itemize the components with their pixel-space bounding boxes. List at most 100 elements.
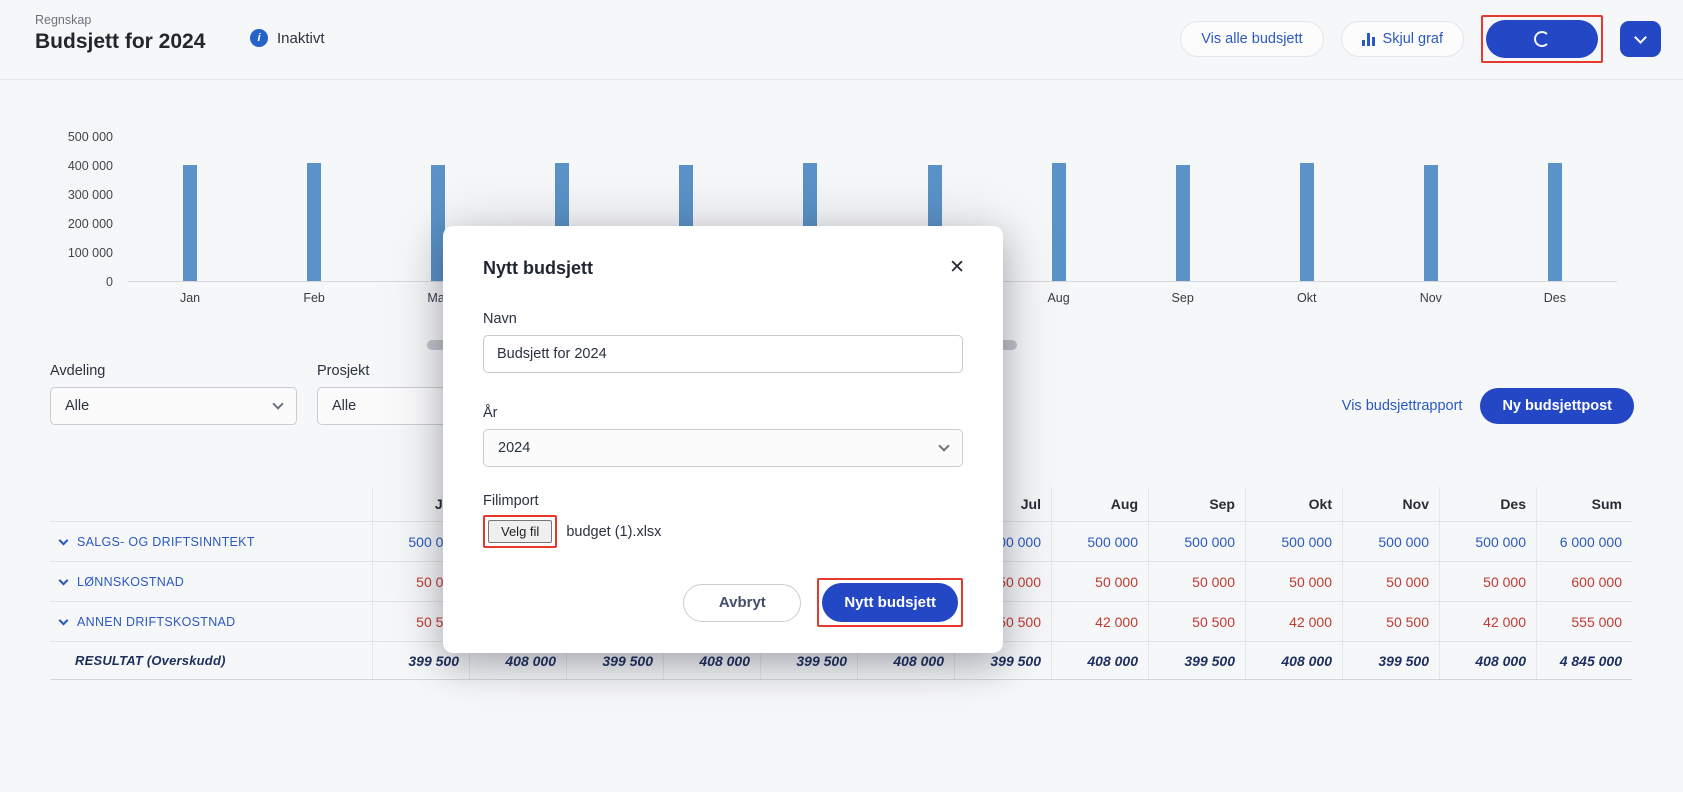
value-cell: 50 500 <box>1342 602 1439 641</box>
info-icon: i <box>250 29 268 47</box>
chevron-down-icon <box>938 440 949 451</box>
status-badge: i Inaktivt <box>250 29 325 47</box>
show-all-budgets-button[interactable]: Vis alle budsjett <box>1180 21 1323 57</box>
sum-cell: 600 000 <box>1536 562 1632 601</box>
value-cell: 50 000 <box>1245 562 1342 601</box>
project-select-value: Alle <box>332 398 356 414</box>
top-bar: Regnskap Budsjett for 2024 i Inaktivt Vi… <box>0 0 1683 80</box>
file-import-row: Velg fil budget (1).xlsx <box>483 515 963 548</box>
page: Regnskap Budsjett for 2024 i Inaktivt Vi… <box>0 0 1683 792</box>
chevron-down-icon <box>272 398 283 409</box>
chart-bar-group: Nov <box>1369 137 1493 281</box>
value-cell: 50 000 <box>1342 562 1439 601</box>
y-axis-label: 100 000 <box>0 247 113 259</box>
x-axis-label: Nov <box>1369 291 1493 305</box>
department-select[interactable]: Alle <box>50 387 297 425</box>
value-cell: 408 000 <box>1051 642 1148 679</box>
row-name-cell[interactable]: SALGS- OG DRIFTSINNTEKT <box>50 522 372 561</box>
chevron-down-icon <box>59 575 69 585</box>
value-cell: 42 000 <box>1439 602 1536 641</box>
chart-bar-group: Des <box>1493 137 1617 281</box>
submit-new-budget-button[interactable]: Nytt budsjett <box>822 583 958 622</box>
annotation-highlight-submit: Nytt budsjett <box>817 578 963 627</box>
chart-bar <box>1300 163 1314 281</box>
budget-report-link[interactable]: Vis budsjettrapport <box>1342 398 1463 414</box>
row-name: ANNEN DRIFTSKOSTNAD <box>77 615 236 629</box>
new-budget-modal: Nytt budsjett ✕ Navn År 2024 Filimport V… <box>443 226 1003 653</box>
year-field-label: År <box>483 405 963 421</box>
budget-name-input[interactable] <box>483 335 963 373</box>
chevron-down-icon <box>1634 31 1647 44</box>
status-text: Inaktivt <box>277 30 325 47</box>
x-axis-label: Okt <box>1245 291 1369 305</box>
loading-button[interactable] <box>1486 20 1598 58</box>
value-cell: 500 000 <box>1439 522 1536 561</box>
table-header-cell: Okt <box>1245 487 1342 521</box>
file-import-label: Filimport <box>483 493 963 509</box>
header-actions: Vis alle budsjett Skjul graf <box>1180 15 1661 63</box>
modal-footer: Avbryt Nytt budsjett <box>483 578 963 627</box>
chart-bar-group: Feb <box>252 137 376 281</box>
row-name-cell[interactable]: LØNNSKOSTNAD <box>50 562 372 601</box>
sum-cell: 6 000 000 <box>1536 522 1632 561</box>
budget-menu-dropdown-button[interactable] <box>1620 21 1661 57</box>
sum-cell: 555 000 <box>1536 602 1632 641</box>
value-cell: 399 500 <box>1342 642 1439 679</box>
y-axis-label: 300 000 <box>0 189 113 201</box>
x-axis-label: Sep <box>1121 291 1245 305</box>
value-cell: 408 000 <box>1439 642 1536 679</box>
loading-spinner-icon <box>1534 31 1550 47</box>
hide-graph-button[interactable]: Skjul graf <box>1341 21 1464 57</box>
x-axis-label: Jan <box>128 291 252 305</box>
title-block: Regnskap Budsjett for 2024 <box>35 13 205 54</box>
chart-bar-group: Sep <box>1121 137 1245 281</box>
department-filter-label: Avdeling <box>50 363 105 379</box>
department-select-value: Alle <box>65 398 89 414</box>
row-name-cell[interactable]: ANNEN DRIFTSKOSTNAD <box>50 602 372 641</box>
cancel-button[interactable]: Avbryt <box>683 584 801 622</box>
value-cell: 42 000 <box>1245 602 1342 641</box>
table-header-cell: Sum <box>1536 487 1632 521</box>
selected-file-name: budget (1).xlsx <box>566 524 661 540</box>
table-header-cell <box>50 487 372 521</box>
annotation-highlight-file: Velg fil <box>483 515 557 548</box>
sum-cell: 4 845 000 <box>1536 642 1632 679</box>
chevron-down-icon <box>59 535 69 545</box>
year-select[interactable]: 2024 <box>483 429 963 467</box>
table-header-cell: Nov <box>1342 487 1439 521</box>
chart-bar <box>1548 163 1562 281</box>
table-header-cell: Aug <box>1051 487 1148 521</box>
table-header-cell: Des <box>1439 487 1536 521</box>
value-cell: 500 000 <box>1148 522 1245 561</box>
value-cell: 42 000 <box>1051 602 1148 641</box>
value-cell: 500 000 <box>1245 522 1342 561</box>
value-cell: 50 000 <box>1051 562 1148 601</box>
value-cell: 399 500 <box>1148 642 1245 679</box>
row-name: LØNNSKOSTNAD <box>77 575 184 589</box>
new-budget-post-button[interactable]: Ny budsjettpost <box>1480 388 1634 424</box>
row-name-cell: RESULTAT (Overskudd) <box>50 642 372 679</box>
y-axis-label: 200 000 <box>0 218 113 230</box>
show-all-budgets-label: Vis alle budsjett <box>1201 31 1302 47</box>
close-icon[interactable]: ✕ <box>949 258 965 277</box>
page-title: Budsjett for 2024 <box>35 30 205 54</box>
value-cell: 50 000 <box>1439 562 1536 601</box>
table-actions: Vis budsjettrapport Ny budsjettpost <box>1342 388 1634 424</box>
value-cell: 50 000 <box>1148 562 1245 601</box>
value-cell: 408 000 <box>1245 642 1342 679</box>
annotation-highlight-loading <box>1481 15 1603 63</box>
chart-bar <box>1052 163 1066 281</box>
x-axis-label: Feb <box>252 291 376 305</box>
value-cell: 50 500 <box>1148 602 1245 641</box>
x-axis-label: Des <box>1493 291 1617 305</box>
choose-file-button[interactable]: Velg fil <box>488 520 552 543</box>
chart-bar <box>307 163 321 281</box>
modal-title: Nytt budsjett <box>483 258 963 279</box>
chevron-down-icon <box>59 615 69 625</box>
chart-y-axis: 500 000400 000300 000200 000100 0000 <box>0 131 113 288</box>
project-filter-label: Prosjekt <box>317 363 369 379</box>
year-select-value: 2024 <box>498 440 530 456</box>
hide-graph-label: Skjul graf <box>1383 31 1443 47</box>
y-axis-label: 0 <box>0 276 113 288</box>
y-axis-label: 500 000 <box>0 131 113 143</box>
